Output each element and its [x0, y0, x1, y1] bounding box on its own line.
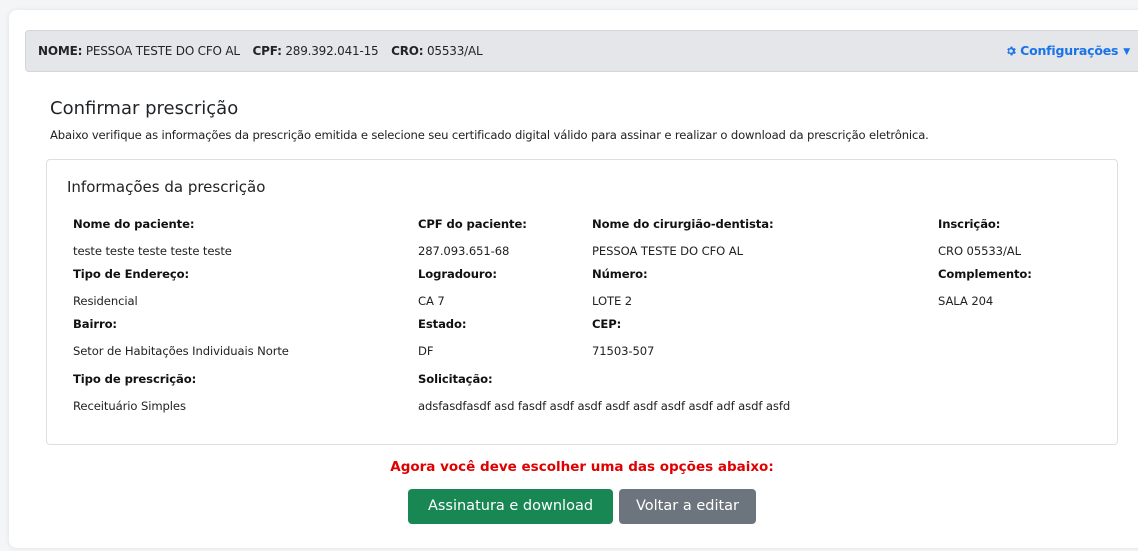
cro-label: CRO: — [391, 44, 424, 58]
prescription-info-panel: Informações da prescrição Nome do pacien… — [46, 159, 1118, 445]
field-value: Receituário Simples — [73, 399, 186, 413]
field-value: CA 7 — [418, 294, 445, 308]
configuracoes-dropdown[interactable]: Configurações ▼ — [1005, 43, 1130, 58]
field-cpf-paciente: CPF do paciente: 287.093.651-68 — [418, 217, 527, 258]
field-label: Complemento: — [938, 267, 1032, 281]
field-value: teste teste teste teste teste — [73, 244, 232, 258]
field-value: PESSOA TESTE DO CFO AL — [592, 244, 743, 258]
field-numero: Número: LOTE 2 — [592, 267, 648, 308]
caret-down-icon: ▼ — [1123, 47, 1130, 57]
field-value: CRO 05533/AL — [938, 244, 1021, 258]
field-value: 71503-507 — [592, 344, 655, 358]
field-bairro: Bairro: Setor de Habitações Individuais … — [73, 317, 289, 358]
configuracoes-label: Configurações — [1020, 43, 1119, 58]
sign-and-download-button[interactable]: Assinatura e download — [408, 489, 613, 524]
cro-value: 05533/AL — [426, 44, 483, 58]
field-nome-dentista: Nome do cirurgião-dentista: PESSOA TESTE… — [592, 217, 774, 258]
nome-value: PESSOA TESTE DO CFO AL — [85, 44, 240, 58]
choose-option-warning: Agora você deve escolher uma das opções … — [390, 459, 774, 475]
field-value: LOTE 2 — [592, 294, 633, 308]
gear-icon — [1007, 46, 1016, 56]
field-estado: Estado: DF — [418, 317, 466, 358]
field-logradouro: Logradouro: CA 7 — [418, 267, 497, 308]
field-label: Estado: — [418, 317, 467, 331]
field-label: Nome do cirurgião-dentista: — [592, 217, 774, 231]
field-nome-paciente: Nome do paciente: teste teste teste test… — [73, 217, 232, 258]
cpf-label: CPF: — [252, 44, 282, 58]
field-label: Solicitação: — [418, 372, 493, 386]
field-value: Residencial — [73, 294, 138, 308]
field-value: DF — [418, 344, 434, 358]
field-label: Tipo de Endereço: — [73, 267, 190, 281]
nome-label: NOME: — [38, 44, 83, 58]
page-description: Abaixo verifique as informações da presc… — [50, 128, 929, 142]
field-label: CEP: — [592, 317, 622, 331]
field-label: Logradouro: — [418, 267, 497, 281]
back-to-edit-button[interactable]: Voltar a editar — [619, 489, 756, 524]
field-label: CPF do paciente: — [418, 217, 527, 231]
field-value: 287.093.651-68 — [418, 244, 510, 258]
field-cep: CEP: 71503-507 — [592, 317, 654, 358]
field-value: adsfasdfasdf asd fasdf asdf asdf asdf as… — [418, 399, 791, 413]
field-solicitacao: Solicitação: adsfasdfasdf asd fasdf asdf… — [418, 372, 790, 413]
field-label: Número: — [592, 267, 648, 281]
user-info-bar: NOME: PESSOA TESTE DO CFO AL CPF: 289.39… — [25, 30, 1138, 72]
page-title: Confirmar prescrição — [50, 98, 239, 119]
field-value: SALA 204 — [938, 294, 994, 308]
field-tipo-prescricao: Tipo de prescrição: Receituário Simples — [73, 372, 196, 413]
field-inscricao: Inscrição: CRO 05533/AL — [938, 217, 1021, 258]
field-label: Bairro: — [73, 317, 117, 331]
cpf-value: 289.392.041-15 — [285, 44, 379, 58]
field-value: Setor de Habitações Individuais Norte — [73, 344, 289, 358]
field-label: Inscrição: — [938, 217, 1001, 231]
field-complemento: Complemento: SALA 204 — [938, 267, 1032, 308]
section-title: Informações da prescrição — [67, 178, 266, 196]
field-label: Nome do paciente: — [73, 217, 195, 231]
field-label: Tipo de prescrição: — [73, 372, 197, 386]
user-info: NOME: PESSOA TESTE DO CFO AL CPF: 289.39… — [38, 44, 483, 58]
field-tipo-endereco: Tipo de Endereço: Residencial — [73, 267, 189, 308]
